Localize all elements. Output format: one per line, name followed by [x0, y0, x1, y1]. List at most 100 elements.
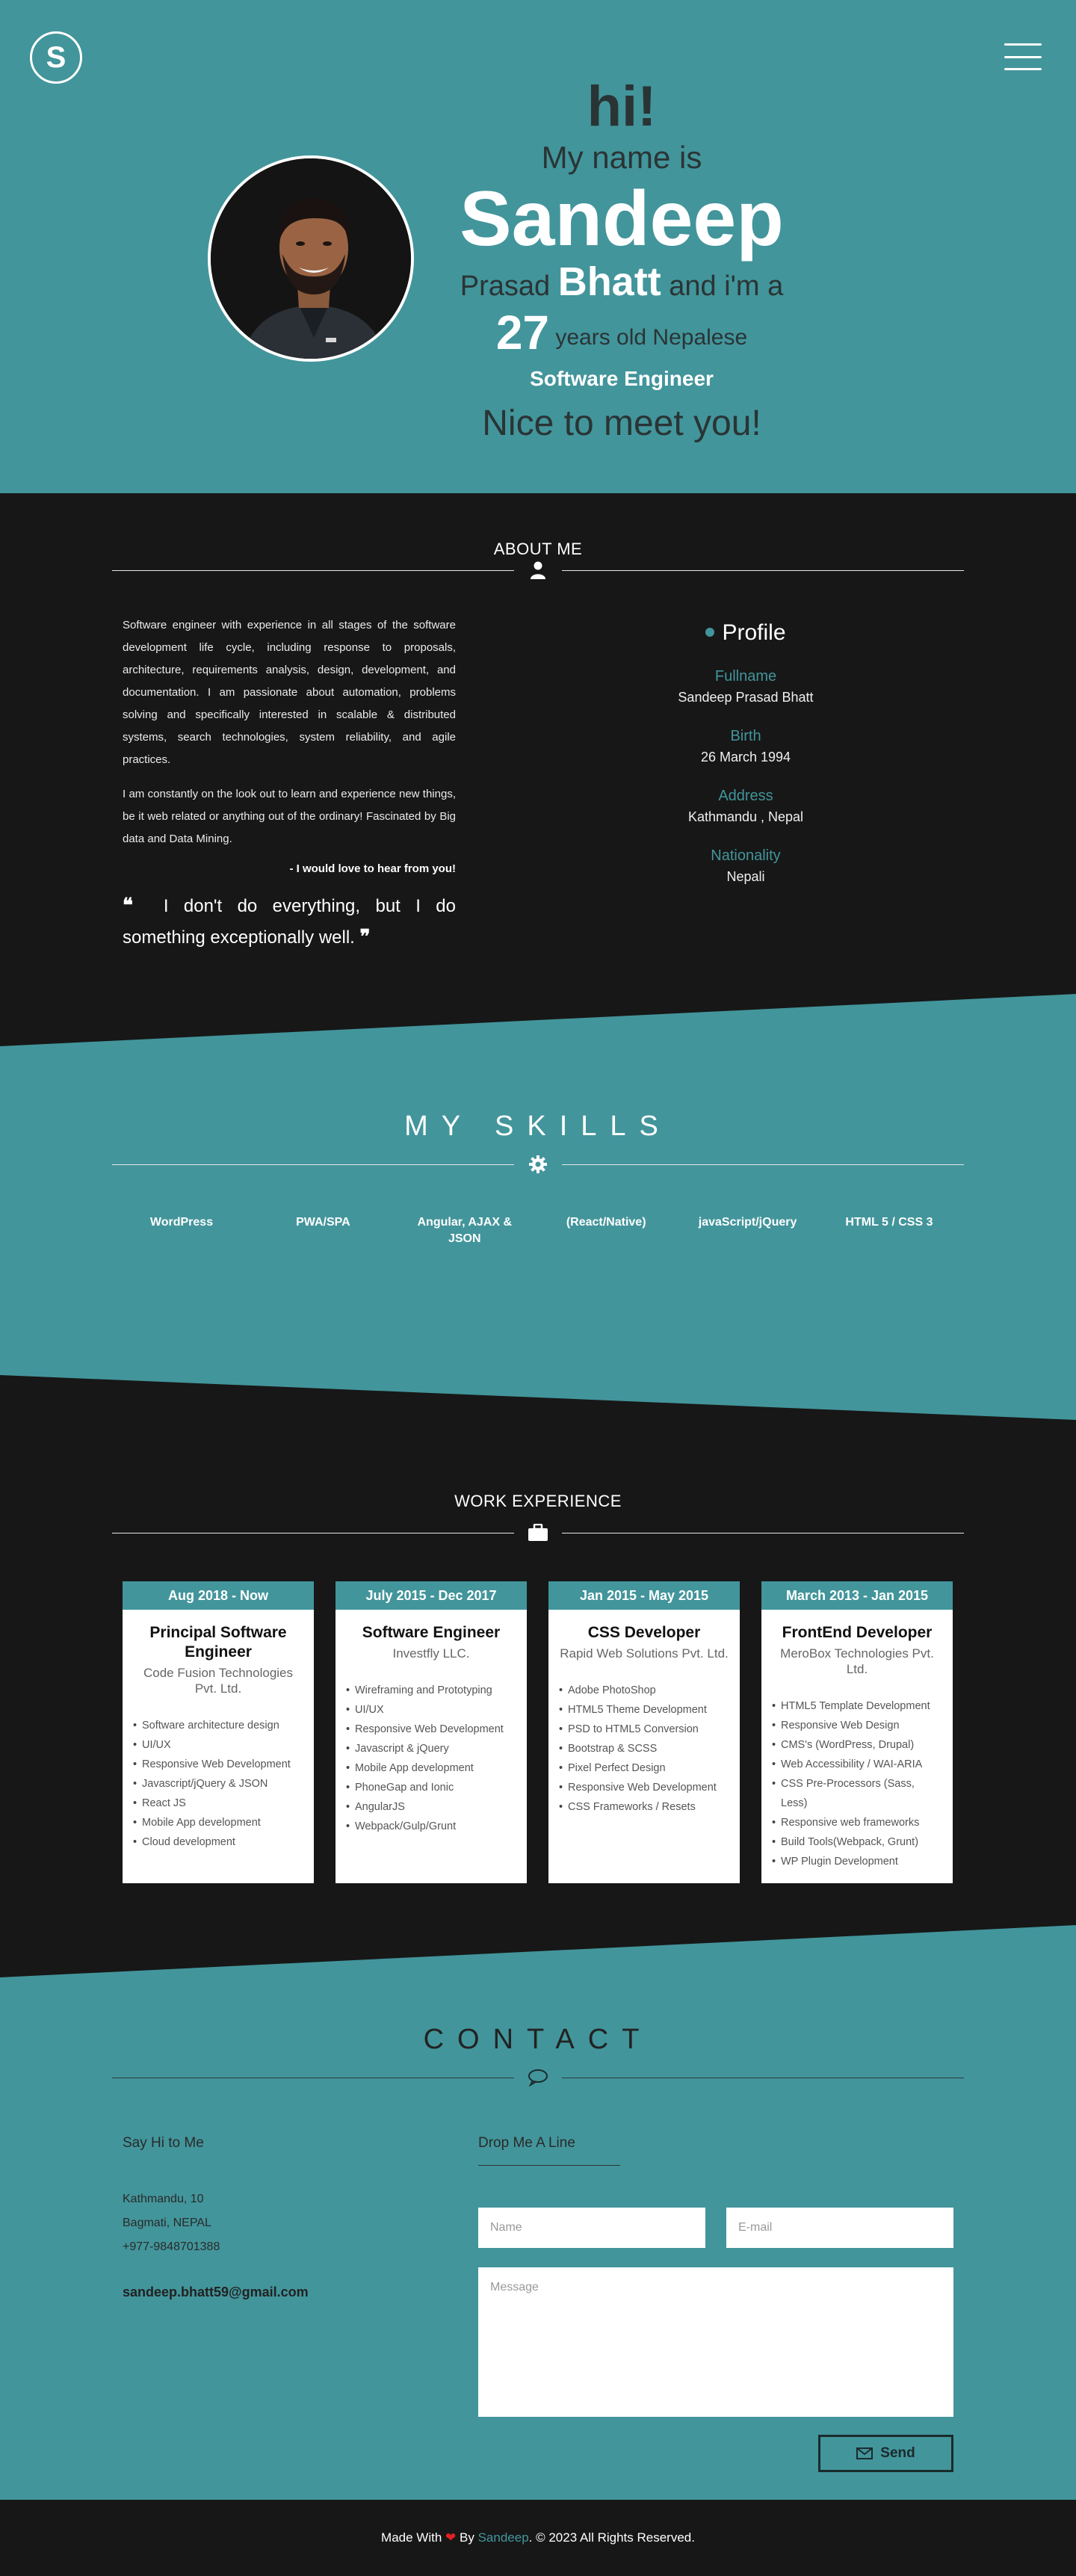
section-slant: [0, 994, 1076, 1046]
site-logo[interactable]: S: [30, 31, 82, 84]
skill-item: PWA/SPA: [296, 1216, 350, 1229]
list-item: Software architecture design: [133, 1716, 303, 1735]
profile-title: Profile: [602, 620, 889, 646]
message-textarea[interactable]: Message: [478, 2267, 953, 2417]
avatar: [208, 155, 414, 362]
job-list: Aug 2018 - Now Principal Software Engine…: [123, 1581, 1076, 1883]
about-title: ABOUT ME: [493, 540, 583, 558]
profile-label: Nationality: [711, 847, 781, 864]
skills-list: WordPress PWA/SPA Angular, AJAX & JSON (…: [126, 1214, 945, 1247]
about-quote: ❝ I don't do everything, but I do someth…: [123, 890, 456, 953]
list-item: Responsive Web Development: [346, 1720, 516, 1739]
envelope-icon: [856, 2447, 874, 2459]
list-item: Web Accessibility / WAI-ARIA: [772, 1755, 942, 1774]
list-item: Wireframing and Prototyping: [346, 1681, 516, 1700]
section-slant: [0, 1375, 1076, 1420]
list-item: HTML5 Template Development: [772, 1696, 942, 1716]
skills-title: MY SKILLS: [404, 1111, 672, 1142]
profile-birth: Birth 26 March 1994: [602, 728, 889, 765]
about-bio: Software engineer with experience in all…: [123, 614, 456, 953]
profile-value: 26 March 1994: [700, 750, 791, 765]
contact-address: Kathmandu, 10 Bagmati, NEPAL +977-984870…: [123, 2187, 478, 2259]
close-quote-icon: ❞: [359, 925, 371, 948]
profile-fullname: Fullname Sandeep Prasad Bhatt: [602, 668, 889, 705]
email-input[interactable]: E-mail: [726, 2208, 953, 2248]
drop-line-heading: Drop Me A Line: [478, 2135, 575, 2151]
contact-section: CONTACT Say Hi to Me Kathmandu, 10 Bagma…: [0, 1977, 1076, 2500]
job-company: MeroBox Technologies Pvt. Ltd.: [780, 1646, 934, 1676]
about-hear-from-you: - I would love to hear from you!: [289, 862, 456, 875]
job-card: Aug 2018 - Now Principal Software Engine…: [123, 1581, 314, 1883]
hero-age-line: 27 years old Nepalese: [426, 306, 817, 364]
hamburger-menu-icon[interactable]: [1004, 43, 1042, 70]
contact-email-link[interactable]: sandeep.bhatt59@gmail.com: [123, 2285, 478, 2300]
name-input[interactable]: Name: [478, 2208, 705, 2248]
job-company: Rapid Web Solutions Pvt. Ltd.: [560, 1646, 729, 1661]
hero-last-name: Bhatt: [557, 259, 661, 304]
phone-number: +977-9848701388: [123, 2240, 220, 2253]
job-card: Jan 2015 - May 2015 CSS Developer Rapid …: [548, 1581, 740, 1883]
footer-rights: . © 2023 All Rights Reserved.: [528, 2530, 695, 2545]
about-paragraph-1: Software engineer with experience in all…: [123, 619, 456, 766]
hero-intro: hi! My name is Sandeep Prasad Bhatt and …: [426, 75, 817, 454]
work-divider: [112, 1522, 964, 1544]
job-card: July 2015 - Dec 2017 Software Engineer I…: [336, 1581, 527, 1883]
job-date: July 2015 - Dec 2017: [336, 1581, 527, 1610]
about-paragraph-2: I am constantly on the look out to learn…: [123, 788, 456, 845]
work-title: WORK EXPERIENCE: [454, 1492, 622, 1510]
hero-age-text: years old Nepalese: [555, 325, 748, 350]
open-quote-icon: ❝: [123, 894, 133, 916]
job-title: CSS Developer: [587, 1624, 701, 1641]
send-button[interactable]: Send: [818, 2435, 953, 2472]
user-icon: [514, 559, 562, 581]
hero-and-im-a: and i'm a: [669, 271, 784, 302]
list-item: Mobile App development: [133, 1813, 303, 1832]
hero-middle-name: Prasad: [460, 271, 551, 302]
job-date: March 2013 - Jan 2015: [761, 1581, 953, 1610]
skill-item: WordPress: [149, 1216, 214, 1229]
skill-item: (React/Native): [566, 1216, 646, 1229]
heading-underline: [478, 2165, 620, 2166]
list-item: PhoneGap and Ionic: [346, 1778, 516, 1797]
logo-letter: S: [46, 40, 67, 74]
job-title: Software Engineer: [362, 1624, 501, 1641]
job-skills: Wireframing and Prototyping UI/UX Respon…: [346, 1681, 516, 1836]
list-item: Pixel Perfect Design: [559, 1758, 729, 1778]
gear-icon: [514, 1153, 562, 1176]
job-skills: Adobe PhotoShop HTML5 Theme Development …: [559, 1681, 729, 1817]
profile-card: Profile Fullname Sandeep Prasad Bhatt Bi…: [602, 614, 889, 953]
contact-divider: [112, 2066, 964, 2089]
profile-value: Kathmandu , Nepal: [687, 809, 804, 824]
list-item: Webpack/Gulp/Grunt: [346, 1817, 516, 1836]
about-section: ABOUT ME Software engineer with experien…: [0, 493, 1076, 1046]
footer-by: By: [460, 2530, 474, 2545]
list-item: Cloud development: [133, 1832, 303, 1852]
work-section: WORK EXPERIENCE Aug 2018 - Now Principal…: [0, 1420, 1076, 1977]
send-label: Send: [880, 2445, 915, 2461]
hero-age: 27: [495, 306, 549, 359]
skills-section: MY SKILLS WordPress PWA/SPA Angular, AJA…: [0, 1046, 1076, 1420]
job-date: Aug 2018 - Now: [123, 1581, 314, 1610]
job-date: Jan 2015 - May 2015: [548, 1581, 740, 1610]
job-skills: Software architecture design UI/UX Respo…: [133, 1716, 303, 1852]
profile-label: Birth: [730, 728, 761, 744]
hero-name-line: Prasad Bhatt and i'm a: [426, 262, 817, 306]
contact-form: Drop Me A Line Name E-mail Message Send: [478, 2135, 953, 2472]
footer-author-link[interactable]: Sandeep: [478, 2530, 529, 2545]
list-item: PSD to HTML5 Conversion: [559, 1720, 729, 1739]
profile-nationality: Nationality Nepali: [602, 847, 889, 885]
list-item: Javascript & jQuery: [346, 1739, 516, 1758]
list-item: Responsive Web Development: [133, 1755, 303, 1774]
contact-title: CONTACT: [423, 2024, 653, 2055]
job-company: Investfly LLC.: [392, 1646, 470, 1661]
skill-item: Angular, AJAX & JSON: [417, 1216, 513, 1245]
list-item: Adobe PhotoShop: [559, 1681, 729, 1700]
job-skills: HTML5 Template Development Responsive We…: [772, 1696, 942, 1871]
list-item: React JS: [133, 1794, 303, 1813]
list-item: HTML5 Theme Development: [559, 1700, 729, 1720]
hero-first-name: Sandeep: [460, 176, 784, 262]
list-item: UI/UX: [133, 1735, 303, 1755]
hero-greeting: hi!: [587, 75, 657, 138]
hero-my-name-is: My name is: [541, 140, 702, 175]
briefcase-icon: [514, 1522, 562, 1544]
